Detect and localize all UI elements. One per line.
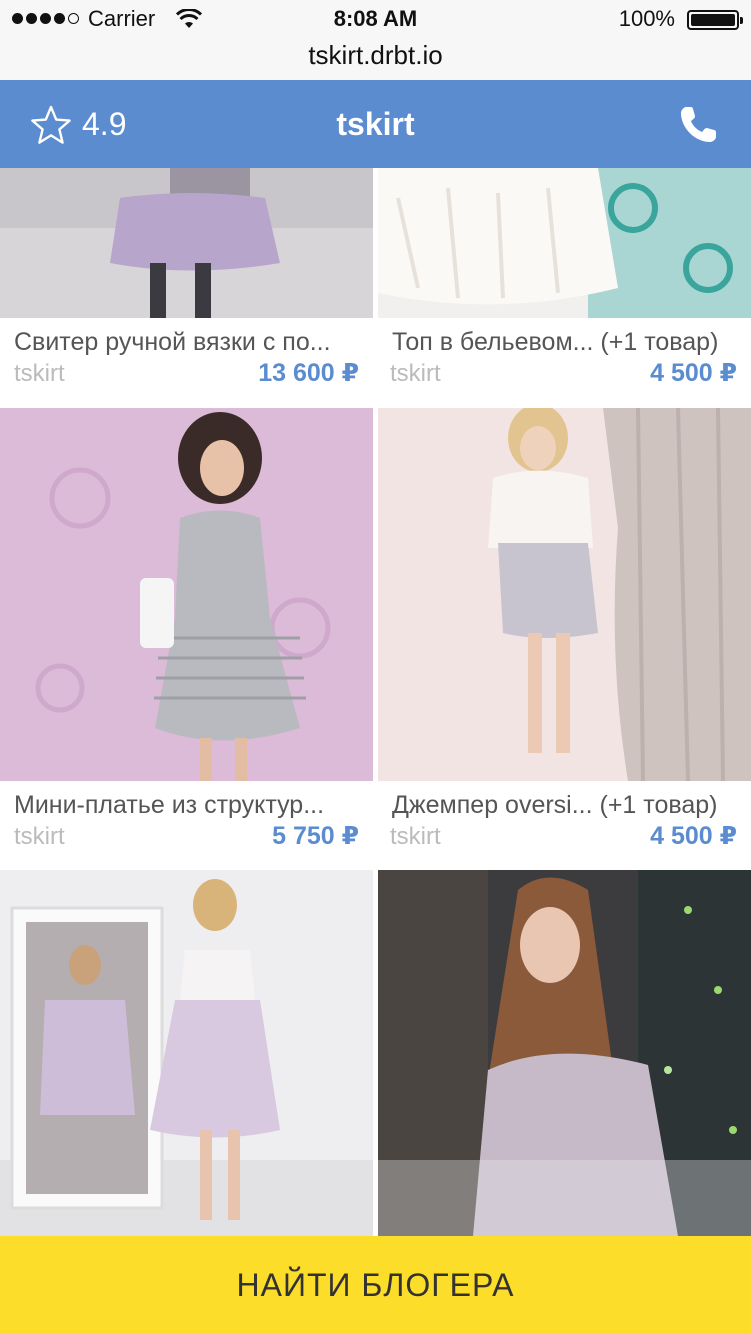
product-grid: Свитер ручной вязки с по... tskirt 13 60… — [0, 168, 751, 1236]
status-bar: Carrier 8:08 AM 100% — [0, 0, 751, 40]
star-outline-icon[interactable] — [30, 104, 72, 146]
battery-icon — [687, 10, 743, 30]
product-seller: tskirt — [14, 823, 65, 850]
address-bar[interactable]: tskirt.drbt.io — [0, 40, 751, 71]
product-price: 5 750 ₽ — [272, 822, 359, 850]
product-seller: tskirt — [390, 823, 441, 850]
product-price: 13 600 ₽ — [258, 359, 359, 387]
product-image — [378, 168, 751, 318]
product-name: Джемпер oversi... (+1 товар) — [392, 791, 718, 819]
product-image — [0, 870, 373, 1236]
product-image — [378, 870, 751, 1236]
product-image — [0, 168, 373, 318]
product-name: Топ в бельевом... (+1 товар) — [392, 328, 719, 356]
product-seller: tskirt — [14, 360, 65, 387]
product-image — [0, 408, 373, 781]
product-card[interactable]: Свитер ручной вязки с по... tskirt 13 60… — [0, 168, 373, 408]
product-image — [378, 408, 751, 781]
app-header: 4.9 tskirt — [0, 80, 751, 168]
product-name: Мини-платье из структур... — [14, 791, 325, 819]
rating-value: 4.9 — [82, 106, 127, 142]
product-seller: tskirt — [390, 360, 441, 387]
product-name: Свитер ручной вязки с по... — [14, 328, 331, 356]
phone-icon[interactable] — [677, 104, 719, 146]
product-card[interactable] — [378, 870, 751, 1236]
product-card[interactable]: Топ в бельевом... (+1 товар) tskirt 4 50… — [378, 168, 751, 408]
browser-chrome: Carrier 8:08 AM 100% tskirt.drbt.io — [0, 0, 751, 80]
product-card[interactable]: Мини-платье из структур... tskirt 5 750 … — [0, 408, 373, 870]
product-card[interactable]: Джемпер oversi... (+1 товар) tskirt 4 50… — [378, 408, 751, 870]
product-price: 4 500 ₽ — [650, 822, 737, 850]
product-price: 4 500 ₽ — [650, 359, 737, 387]
find-blogger-button[interactable]: НАЙТИ БЛОГЕРА — [0, 1236, 751, 1334]
product-card[interactable] — [0, 870, 373, 1236]
battery-percent: 100% — [618, 6, 675, 31]
